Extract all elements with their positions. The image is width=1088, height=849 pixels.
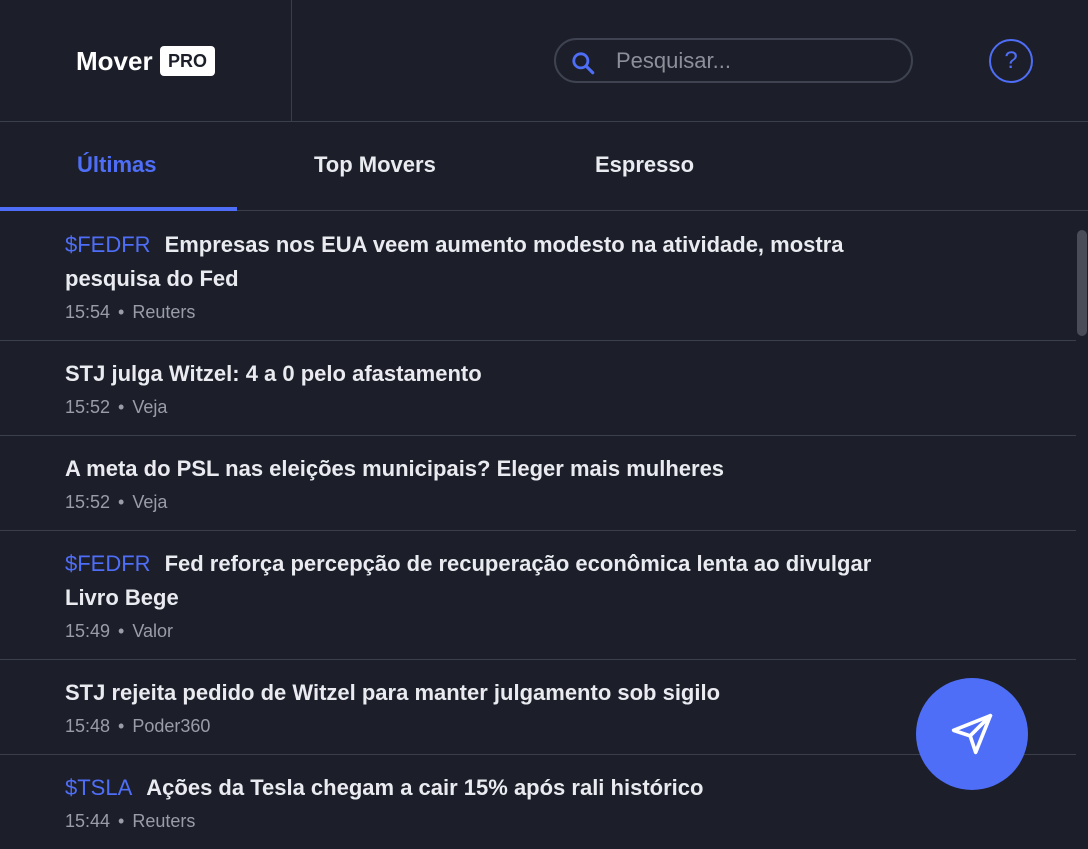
news-time: 15:52 (65, 397, 111, 417)
tab-ultimas[interactable]: Últimas (77, 122, 156, 211)
app-header: Mover PRO ? (0, 0, 1088, 122)
news-headline: A meta do PSL nas eleições municipais? E… (65, 456, 725, 481)
news-time: 15:49 (65, 621, 111, 641)
news-item[interactable]: STJ julga Witzel: 4 a 0 pelo afastamento… (0, 341, 1076, 436)
news-headline: STJ julga Witzel: 4 a 0 pelo afastamento (65, 361, 482, 386)
news-title: STJ julga Witzel: 4 a 0 pelo afastamento (65, 357, 895, 391)
ticker-link[interactable]: $TSLA (65, 775, 132, 800)
search-box[interactable] (554, 38, 913, 83)
ticker-link[interactable]: $FEDFR (65, 551, 151, 576)
help-button[interactable]: ? (989, 39, 1033, 83)
brand-name: Mover (76, 46, 153, 76)
tab-espresso[interactable]: Espresso (595, 122, 694, 211)
news-source: Valor (132, 621, 174, 641)
news-title: $FEDFR Fed reforça percepção de recuperaç… (65, 547, 895, 615)
tab-top-movers[interactable]: Top Movers (314, 122, 436, 211)
ticker-link[interactable]: $FEDFR (65, 232, 151, 257)
news-headline: STJ rejeita pedido de Witzel para manter… (65, 680, 721, 705)
help-icon: ? (1004, 47, 1018, 74)
news-title: A meta do PSL nas eleições municipais? E… (65, 452, 895, 486)
send-icon (951, 713, 993, 755)
news-item[interactable]: $FEDFR Fed reforça percepção de recuperaç… (0, 531, 1076, 660)
news-title: $TSLA Ações da Tesla chegam a cair 15% ap… (65, 771, 895, 805)
tab-label: Top Movers (314, 152, 436, 177)
news-source: Reuters (132, 811, 196, 831)
meta-separator: • (118, 621, 125, 641)
news-headline: Empresas nos EUA veem aumento modesto na… (65, 232, 844, 291)
search-icon (572, 52, 595, 75)
news-item[interactable]: $TSLA Ações da Tesla chegam a cair 15% ap… (0, 755, 1076, 849)
news-meta: 15:44 • Reuters (65, 809, 1076, 833)
news-meta: 15:49 • Valor (65, 619, 1076, 643)
tab-label: Espresso (595, 152, 695, 177)
meta-separator: • (118, 716, 125, 736)
news-meta: 15:52 • Veja (65, 395, 1076, 419)
news-title: $FEDFR Empresas nos EUA veem aumento mode… (65, 228, 895, 296)
news-feed: $FEDFR Empresas nos EUA veem aumento mode… (0, 212, 1076, 849)
news-meta: 15:54 • Reuters (65, 300, 1076, 324)
news-headline: Ações da Tesla chegam a cair 15% após ra… (146, 775, 704, 800)
meta-separator: • (118, 302, 125, 322)
tab-label: Últimas (77, 152, 157, 177)
news-meta: 15:52 • Veja (65, 490, 1076, 514)
active-tab-indicator (0, 207, 237, 211)
feed-scrollbar[interactable] (1076, 212, 1088, 849)
brand-area: Mover PRO (0, 0, 292, 121)
meta-separator: • (118, 492, 125, 512)
scrollbar-thumb[interactable] (1077, 230, 1087, 336)
news-time: 15:48 (65, 716, 111, 736)
news-item[interactable]: STJ rejeita pedido de Witzel para manter… (0, 660, 1076, 755)
news-time: 15:52 (65, 492, 111, 512)
news-item[interactable]: $FEDFR Empresas nos EUA veem aumento mode… (0, 212, 1076, 341)
news-source: Poder360 (132, 716, 211, 736)
news-source: Reuters (132, 302, 196, 322)
meta-separator: • (118, 811, 125, 831)
news-time: 15:54 (65, 302, 111, 322)
news-item[interactable]: A meta do PSL nas eleições municipais? E… (0, 436, 1076, 531)
meta-separator: • (118, 397, 125, 417)
news-title: STJ rejeita pedido de Witzel para manter… (65, 676, 895, 710)
news-time: 15:44 (65, 811, 111, 831)
tab-bar: Últimas Top Movers Espresso (0, 122, 1088, 211)
news-source: Veja (132, 492, 168, 512)
news-headline: Fed reforça percepção de recuperação eco… (65, 551, 872, 610)
pro-badge: PRO (160, 46, 216, 76)
news-source: Veja (132, 397, 168, 417)
send-button[interactable] (916, 678, 1028, 790)
search-input[interactable] (614, 44, 894, 77)
